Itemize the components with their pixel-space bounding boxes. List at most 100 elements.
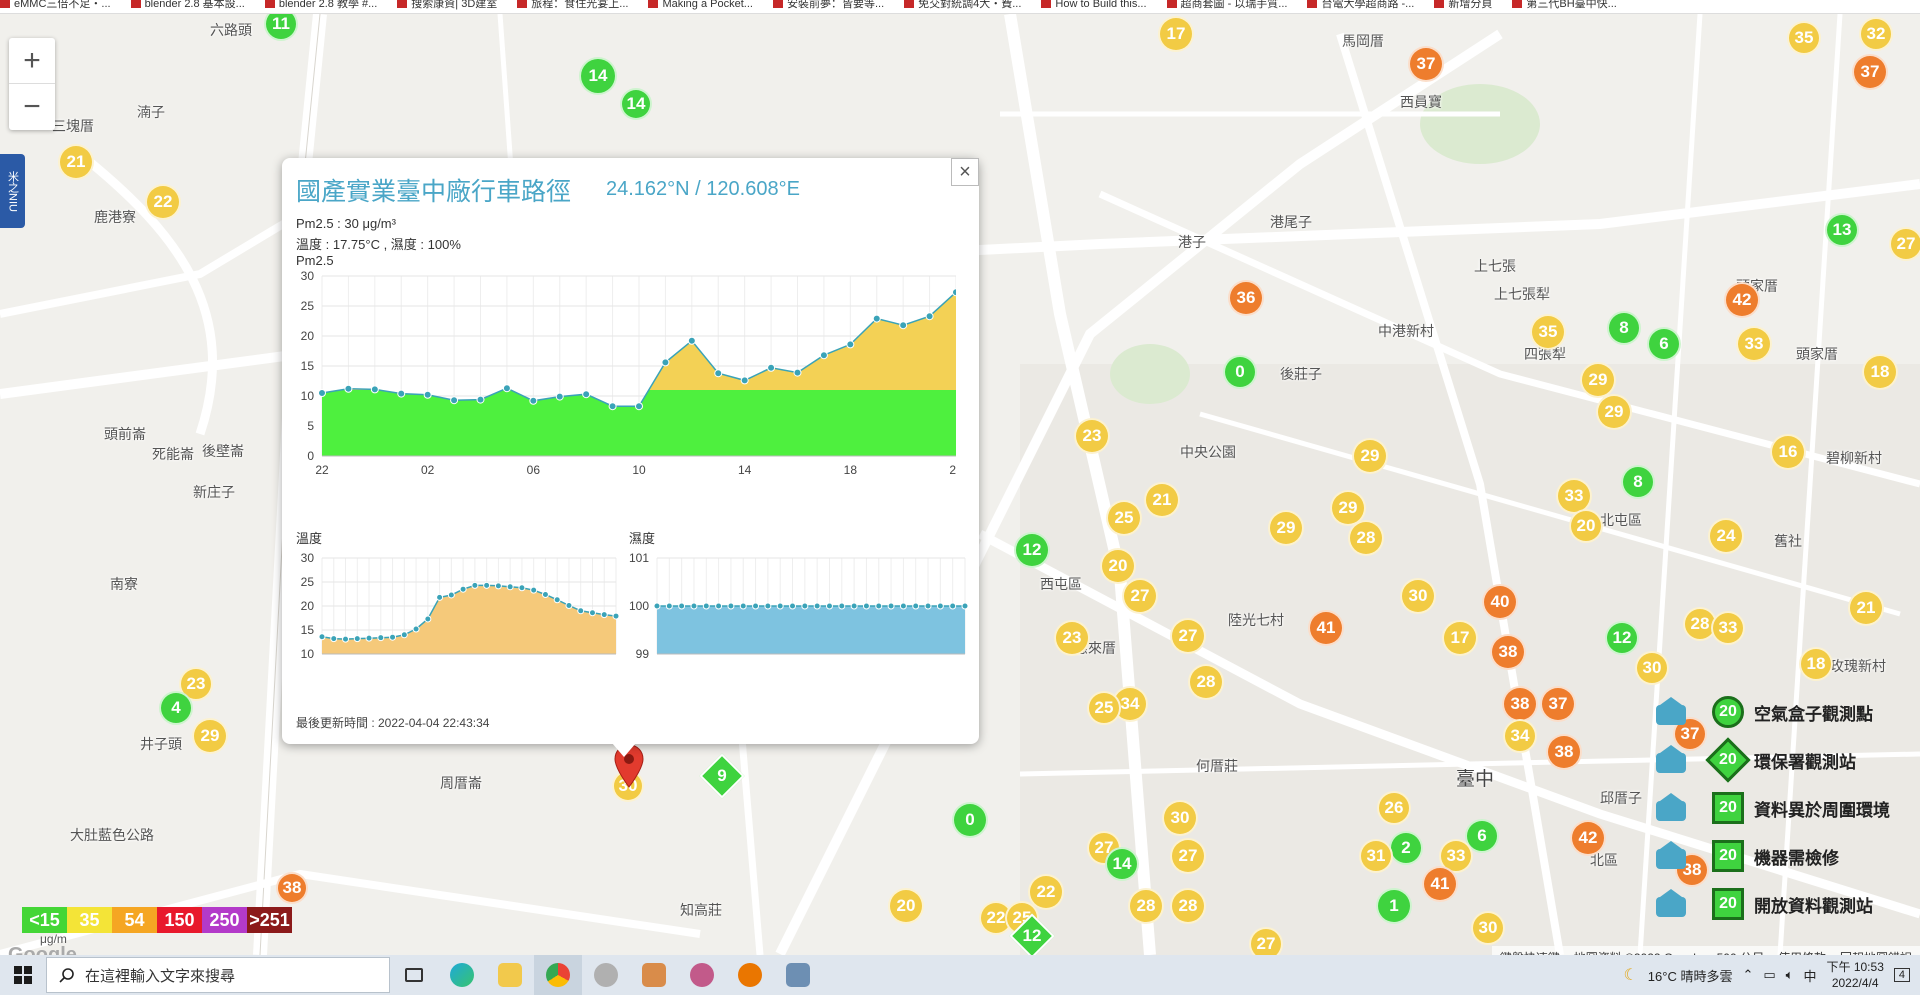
data-point[interactable] [952, 288, 957, 297]
station-marker[interactable]: 33 [1711, 611, 1745, 645]
taskbar-search[interactable]: 在這裡輸入文字來搜尋 [46, 957, 390, 993]
station-marker[interactable]: 14 [579, 57, 617, 95]
data-point[interactable] [752, 602, 760, 610]
data-point[interactable] [400, 631, 408, 639]
data-point[interactable] [582, 390, 591, 399]
bookmark-item[interactable]: blender 2.8 教學 #... [264, 0, 377, 10]
data-point[interactable] [924, 602, 932, 610]
bookmark-item[interactable]: 搜索康資| 3D建室 [397, 0, 497, 10]
bookmark-item[interactable]: eMMC三倍不足・... [0, 0, 111, 10]
data-point[interactable] [476, 395, 485, 404]
station-marker[interactable]: 29 [1580, 362, 1616, 398]
zoom-in-button[interactable]: + [9, 38, 55, 84]
data-point[interactable] [767, 363, 776, 372]
data-point[interactable] [635, 402, 643, 411]
bookmark-item[interactable]: blender 2.8 基本設... [130, 0, 245, 10]
bookmark-item[interactable]: 超商套圖 - 以瑞手質... [1166, 0, 1287, 10]
data-point[interactable] [565, 602, 573, 610]
data-point[interactable] [727, 602, 735, 610]
station-marker[interactable]: 29 [1352, 438, 1388, 474]
station-marker[interactable]: 20 [1569, 509, 1603, 543]
data-point[interactable] [344, 384, 353, 393]
data-point[interactable] [459, 585, 467, 593]
data-point[interactable] [678, 602, 686, 610]
station-marker[interactable]: 27 [1889, 227, 1920, 261]
data-point[interactable] [577, 607, 585, 615]
station-marker[interactable]: 27 [1170, 838, 1206, 874]
station-marker[interactable]: 17 [1442, 620, 1478, 656]
station-marker[interactable]: 28 [1128, 888, 1164, 924]
network-icon[interactable]: ▭ [1763, 967, 1775, 983]
clock[interactable]: 下午 10:53 2022/4/4 [1827, 959, 1884, 991]
data-point[interactable] [424, 615, 432, 623]
station-marker[interactable]: 40 [1482, 584, 1518, 620]
data-point[interactable] [330, 635, 338, 643]
data-point[interactable] [612, 612, 620, 620]
station-marker[interactable]: 35 [1530, 314, 1566, 350]
data-point[interactable] [447, 591, 455, 599]
data-point[interactable] [801, 602, 809, 610]
data-point[interactable] [690, 602, 698, 610]
station-marker[interactable]: 42 [1570, 820, 1606, 856]
data-point[interactable] [739, 602, 747, 610]
station-marker[interactable]: 4 [159, 691, 193, 725]
station-marker[interactable]: 23 [1054, 620, 1090, 656]
data-point[interactable] [825, 602, 833, 610]
station-marker[interactable]: 21 [1144, 482, 1180, 518]
notification-icon[interactable]: 4 [1893, 968, 1910, 982]
popup-close-button[interactable]: × [951, 158, 979, 186]
station-marker[interactable]: 38 [1502, 686, 1538, 722]
data-point[interactable] [862, 602, 870, 610]
data-point[interactable] [502, 384, 511, 393]
volume-icon[interactable]: 🔈︎ [1786, 967, 1794, 983]
station-marker[interactable]: 30 [1162, 800, 1198, 836]
map[interactable]: 三塊厝 湳子 鹿港寮 六路頭 頭前崙 死能崙 後壁崙 新庄子 南寮 井子頭 大肚藍色公路 周厝崙 知高莊… [0, 14, 1920, 955]
app-icon[interactable] [582, 955, 630, 995]
data-point[interactable] [600, 611, 608, 619]
task-view-icon[interactable] [390, 955, 438, 995]
data-point[interactable] [846, 340, 855, 349]
station-marker[interactable]: 17 [1158, 16, 1194, 52]
start-button[interactable] [0, 955, 46, 995]
station-marker[interactable]: 21 [58, 144, 94, 180]
station-marker[interactable]: 18 [1862, 354, 1898, 390]
station-marker[interactable]: 13 [1825, 213, 1859, 247]
station-marker[interactable]: 29 [1268, 510, 1304, 546]
ime-indicator[interactable]: 中 [1803, 966, 1816, 985]
station-marker[interactable]: 38 [276, 872, 308, 904]
data-point[interactable] [377, 634, 385, 642]
station-marker[interactable]: 14 [1105, 847, 1139, 881]
data-point[interactable] [370, 385, 379, 394]
bookmark-item[interactable]: 第三代BH臺中快... [1512, 0, 1617, 10]
zoom-out-button[interactable]: − [9, 84, 55, 130]
data-point[interactable] [702, 602, 710, 610]
data-point[interactable] [653, 602, 661, 610]
data-point[interactable] [740, 376, 749, 385]
station-marker[interactable]: 25 [1106, 500, 1142, 536]
data-point[interactable] [608, 402, 617, 411]
bookmark-item[interactable]: 免交對統調4大・費... [904, 0, 1021, 10]
data-point[interactable] [872, 314, 881, 323]
data-point[interactable] [899, 321, 908, 330]
data-point[interactable] [661, 358, 670, 367]
station-marker[interactable]: 16 [1770, 434, 1806, 470]
data-point[interactable] [875, 602, 883, 610]
side-tab[interactable]: 米之NIU [0, 154, 25, 228]
bookmark-item[interactable]: 台電大學超商路 -... [1307, 0, 1414, 10]
data-point[interactable] [541, 590, 549, 598]
station-marker[interactable]: 28 [1170, 888, 1206, 924]
station-marker[interactable]: 29 [1330, 490, 1366, 526]
data-point[interactable] [494, 582, 502, 590]
station-marker[interactable]: 27 [1249, 927, 1283, 955]
station-marker[interactable]: 14 [620, 88, 652, 120]
station-marker[interactable]: 12 [1605, 621, 1639, 655]
station-marker[interactable]: 26 [1377, 791, 1411, 825]
data-point[interactable] [450, 396, 459, 405]
data-point[interactable] [471, 581, 479, 589]
station-marker[interactable]: 1 [1376, 888, 1412, 924]
station-marker[interactable]: 33 [1736, 326, 1772, 362]
app-icon[interactable] [630, 955, 678, 995]
station-marker[interactable]: 23 [1074, 418, 1110, 454]
app-icon[interactable] [678, 955, 726, 995]
station-marker[interactable]: 8 [1621, 465, 1655, 499]
